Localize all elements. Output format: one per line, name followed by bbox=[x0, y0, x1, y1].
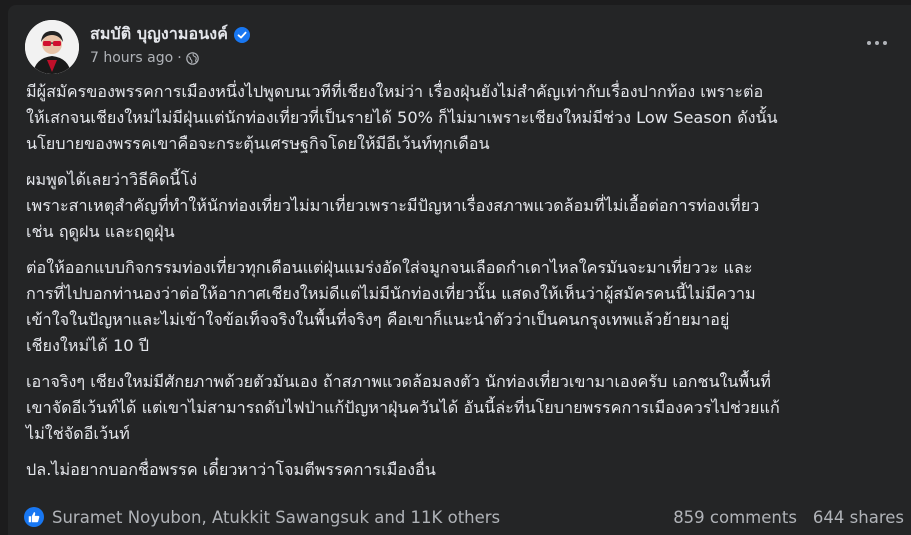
author-avatar[interactable] bbox=[25, 20, 79, 74]
post-paragraph: ต่อให้ออกแบบกิจกรรมท่องเที่ยวทุกเดือนแต่… bbox=[26, 258, 756, 355]
comments-count[interactable]: 859 comments bbox=[673, 508, 797, 527]
meta-separator: · bbox=[177, 50, 182, 66]
more-options-button[interactable] bbox=[862, 33, 892, 53]
author-row: สมบัติ บุญงามอนงค์ bbox=[90, 22, 251, 47]
post-paragraph: มีผู้สมัครของพรรคการเมืองหนึ่งไปพูดบนเวท… bbox=[26, 82, 778, 153]
more-options-icon bbox=[867, 41, 871, 45]
post-paragraph: เอาจริงๆ เชียงใหม่มีศักยภาพด้วยตัวมันเอง… bbox=[26, 372, 780, 443]
author-name[interactable]: สมบัติ บุญงามอนงค์ bbox=[90, 22, 228, 47]
post-paragraph: ปล.ไม่อยากบอกชื่อพรรค เดี๋ยวหาว่าโจมตีพร… bbox=[26, 460, 436, 479]
reactions-bar: Suramet Noyubon, Atukkit Sawangsuk and 1… bbox=[24, 505, 904, 529]
post-meta: 7 hours ago · bbox=[90, 50, 199, 66]
post-card: สมบัติ บุญงามอนงค์ 7 hours ago · มีผู้สม… bbox=[8, 5, 911, 535]
post-timestamp[interactable]: 7 hours ago bbox=[90, 50, 173, 66]
post-body: มีผู้สมัครของพรรคการเมืองหนึ่งไปพูดบนเวท… bbox=[26, 79, 906, 493]
like-reaction-icon[interactable] bbox=[24, 507, 44, 527]
post-paragraph: ผมพูดได้เลยว่าวิธีคิดนี้โง่ เพราะสาเหตุส… bbox=[26, 170, 760, 241]
shares-count[interactable]: 644 shares bbox=[813, 508, 904, 527]
globe-icon[interactable] bbox=[185, 51, 199, 65]
reactors-text[interactable]: Suramet Noyubon, Atukkit Sawangsuk and 1… bbox=[52, 508, 500, 527]
verified-badge-icon bbox=[234, 26, 251, 43]
